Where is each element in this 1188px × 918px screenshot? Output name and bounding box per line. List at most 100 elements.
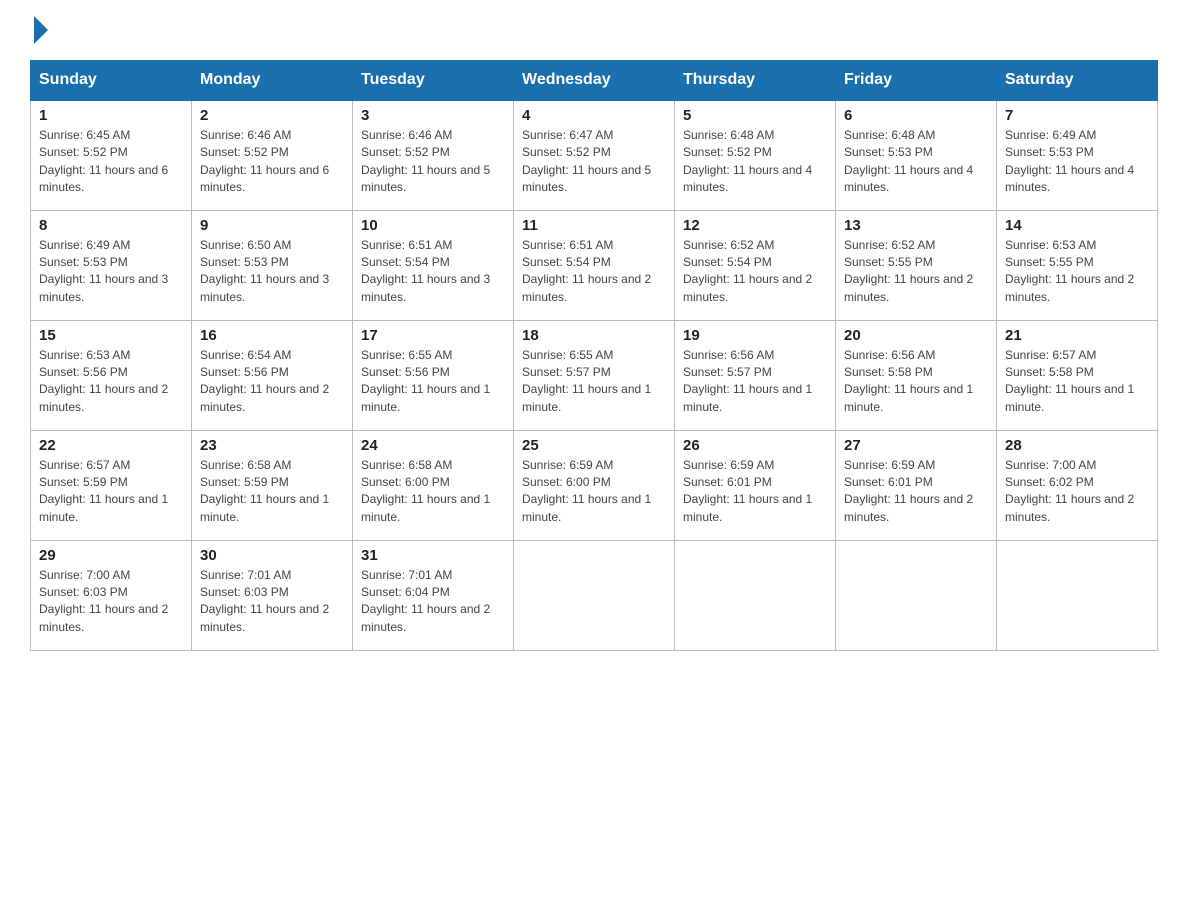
col-header-tuesday: Tuesday (353, 61, 514, 101)
calendar-cell: 16Sunrise: 6:54 AMSunset: 5:56 PMDayligh… (192, 320, 353, 430)
day-sun-info: Sunrise: 6:53 AMSunset: 5:55 PMDaylight:… (1005, 237, 1149, 307)
day-sun-info: Sunrise: 6:48 AMSunset: 5:53 PMDaylight:… (844, 127, 988, 197)
day-number: 22 (39, 437, 183, 454)
day-number: 6 (844, 107, 988, 124)
calendar-cell (675, 540, 836, 650)
day-sun-info: Sunrise: 6:59 AMSunset: 6:01 PMDaylight:… (844, 457, 988, 527)
day-sun-info: Sunrise: 6:57 AMSunset: 5:59 PMDaylight:… (39, 457, 183, 527)
day-sun-info: Sunrise: 6:49 AMSunset: 5:53 PMDaylight:… (39, 237, 183, 307)
calendar-cell: 10 Sunrise: 6:51 AMSunset: 5:54 PMDayligh… (353, 210, 514, 320)
calendar-cell: 3 Sunrise: 6:46 AMSunset: 5:52 PMDaylight… (353, 100, 514, 210)
day-number: 18 (522, 327, 666, 344)
day-number: 31 (361, 547, 505, 564)
calendar-header-row: SundayMondayTuesdayWednesdayThursdayFrid… (31, 61, 1158, 101)
calendar-week-row: 8 Sunrise: 6:49 AMSunset: 5:53 PMDaylight… (31, 210, 1158, 320)
calendar-cell: 6 Sunrise: 6:48 AMSunset: 5:53 PMDaylight… (836, 100, 997, 210)
day-sun-info: Sunrise: 6:47 AMSunset: 5:52 PMDaylight:… (522, 127, 666, 197)
col-header-saturday: Saturday (997, 61, 1158, 101)
day-sun-info: Sunrise: 6:51 AMSunset: 5:54 PMDaylight:… (361, 237, 505, 307)
day-sun-info: Sunrise: 6:51 AMSunset: 5:54 PMDaylight:… (522, 237, 666, 307)
calendar-week-row: 15 Sunrise: 6:53 AMSunset: 5:56 PMDayligh… (31, 320, 1158, 430)
day-number: 16 (200, 327, 344, 344)
day-sun-info: Sunrise: 6:52 AMSunset: 5:54 PMDaylight:… (683, 237, 827, 307)
calendar-week-row: 1 Sunrise: 6:45 AMSunset: 5:52 PMDaylight… (31, 100, 1158, 210)
day-number: 30 (200, 547, 344, 564)
day-sun-info: Sunrise: 6:56 AMSunset: 5:58 PMDaylight:… (844, 347, 988, 417)
day-sun-info: Sunrise: 6:53 AMSunset: 5:56 PMDaylight:… (39, 347, 183, 417)
day-number: 8 (39, 217, 183, 234)
calendar-cell: 15 Sunrise: 6:53 AMSunset: 5:56 PMDayligh… (31, 320, 192, 430)
calendar-cell: 5 Sunrise: 6:48 AMSunset: 5:52 PMDaylight… (675, 100, 836, 210)
day-number: 7 (1005, 107, 1149, 124)
calendar-cell (836, 540, 997, 650)
calendar-cell: 12 Sunrise: 6:52 AMSunset: 5:54 PMDayligh… (675, 210, 836, 320)
logo-triangle-icon (34, 16, 48, 44)
day-number: 19 (683, 327, 827, 344)
calendar-cell: 19 Sunrise: 6:56 AMSunset: 5:57 PMDayligh… (675, 320, 836, 430)
calendar-cell: 31 Sunrise: 7:01 AMSunset: 6:04 PMDayligh… (353, 540, 514, 650)
calendar-cell: 8 Sunrise: 6:49 AMSunset: 5:53 PMDaylight… (31, 210, 192, 320)
calendar-cell: 14 Sunrise: 6:53 AMSunset: 5:55 PMDayligh… (997, 210, 1158, 320)
calendar-cell: 20 Sunrise: 6:56 AMSunset: 5:58 PMDayligh… (836, 320, 997, 430)
day-number: 2 (200, 107, 344, 124)
day-number: 27 (844, 437, 988, 454)
col-header-wednesday: Wednesday (514, 61, 675, 101)
day-sun-info: Sunrise: 6:55 AMSunset: 5:57 PMDaylight:… (522, 347, 666, 417)
day-number: 25 (522, 437, 666, 454)
calendar-cell (514, 540, 675, 650)
calendar-cell: 22 Sunrise: 6:57 AMSunset: 5:59 PMDayligh… (31, 430, 192, 540)
day-number: 29 (39, 547, 183, 564)
day-number: 26 (683, 437, 827, 454)
day-number: 12 (683, 217, 827, 234)
day-sun-info: Sunrise: 6:48 AMSunset: 5:52 PMDaylight:… (683, 127, 827, 197)
day-sun-info: Sunrise: 6:58 AMSunset: 6:00 PMDaylight:… (361, 457, 505, 527)
calendar-cell: 27 Sunrise: 6:59 AMSunset: 6:01 PMDayligh… (836, 430, 997, 540)
day-sun-info: Sunrise: 6:45 AMSunset: 5:52 PMDaylight:… (39, 127, 183, 197)
day-sun-info: Sunrise: 6:58 AMSunset: 5:59 PMDaylight:… (200, 457, 344, 527)
calendar-cell: 7 Sunrise: 6:49 AMSunset: 5:53 PMDaylight… (997, 100, 1158, 210)
day-number: 17 (361, 327, 505, 344)
calendar-cell (997, 540, 1158, 650)
calendar-cell: 2 Sunrise: 6:46 AMSunset: 5:52 PMDaylight… (192, 100, 353, 210)
day-number: 10 (361, 217, 505, 234)
day-number: 21 (1005, 327, 1149, 344)
logo (30, 20, 48, 40)
day-sun-info: Sunrise: 6:56 AMSunset: 5:57 PMDaylight:… (683, 347, 827, 417)
calendar-cell: 29 Sunrise: 7:00 AMSunset: 6:03 PMDayligh… (31, 540, 192, 650)
day-sun-info: Sunrise: 6:46 AMSunset: 5:52 PMDaylight:… (361, 127, 505, 197)
calendar-cell: 23 Sunrise: 6:58 AMSunset: 5:59 PMDayligh… (192, 430, 353, 540)
day-sun-info: Sunrise: 6:59 AMSunset: 6:00 PMDaylight:… (522, 457, 666, 527)
calendar-week-row: 29 Sunrise: 7:00 AMSunset: 6:03 PMDayligh… (31, 540, 1158, 650)
day-sun-info: Sunrise: 6:52 AMSunset: 5:55 PMDaylight:… (844, 237, 988, 307)
day-sun-info: Sunrise: 7:00 AMSunset: 6:03 PMDaylight:… (39, 567, 183, 637)
calendar-cell: 11 Sunrise: 6:51 AMSunset: 5:54 PMDayligh… (514, 210, 675, 320)
calendar-cell: 24 Sunrise: 6:58 AMSunset: 6:00 PMDayligh… (353, 430, 514, 540)
day-sun-info: Sunrise: 6:59 AMSunset: 6:01 PMDaylight:… (683, 457, 827, 527)
day-number: 13 (844, 217, 988, 234)
day-sun-info: Sunrise: 6:55 AMSunset: 5:56 PMDaylight:… (361, 347, 505, 417)
calendar-cell: 17 Sunrise: 6:55 AMSunset: 5:56 PMDayligh… (353, 320, 514, 430)
col-header-thursday: Thursday (675, 61, 836, 101)
day-number: 23 (200, 437, 344, 454)
day-sun-info: Sunrise: 6:46 AMSunset: 5:52 PMDaylight:… (200, 127, 344, 197)
day-number: 14 (1005, 217, 1149, 234)
day-sun-info: Sunrise: 7:01 AMSunset: 6:04 PMDaylight:… (361, 567, 505, 637)
page-header (30, 20, 1158, 40)
calendar-cell: 4 Sunrise: 6:47 AMSunset: 5:52 PMDaylight… (514, 100, 675, 210)
day-number: 20 (844, 327, 988, 344)
calendar-table: SundayMondayTuesdayWednesdayThursdayFrid… (30, 60, 1158, 651)
day-number: 15 (39, 327, 183, 344)
day-number: 11 (522, 217, 666, 234)
calendar-cell: 26 Sunrise: 6:59 AMSunset: 6:01 PMDayligh… (675, 430, 836, 540)
day-number: 4 (522, 107, 666, 124)
day-number: 24 (361, 437, 505, 454)
day-sun-info: Sunrise: 7:00 AMSunset: 6:02 PMDaylight:… (1005, 457, 1149, 527)
col-header-sunday: Sunday (31, 61, 192, 101)
day-sun-info: Sunrise: 7:01 AMSunset: 6:03 PMDaylight:… (200, 567, 344, 637)
calendar-cell: 13 Sunrise: 6:52 AMSunset: 5:55 PMDayligh… (836, 210, 997, 320)
day-number: 3 (361, 107, 505, 124)
calendar-cell: 18 Sunrise: 6:55 AMSunset: 5:57 PMDayligh… (514, 320, 675, 430)
day-number: 5 (683, 107, 827, 124)
day-sun-info: Sunrise: 6:49 AMSunset: 5:53 PMDaylight:… (1005, 127, 1149, 197)
day-number: 1 (39, 107, 183, 124)
